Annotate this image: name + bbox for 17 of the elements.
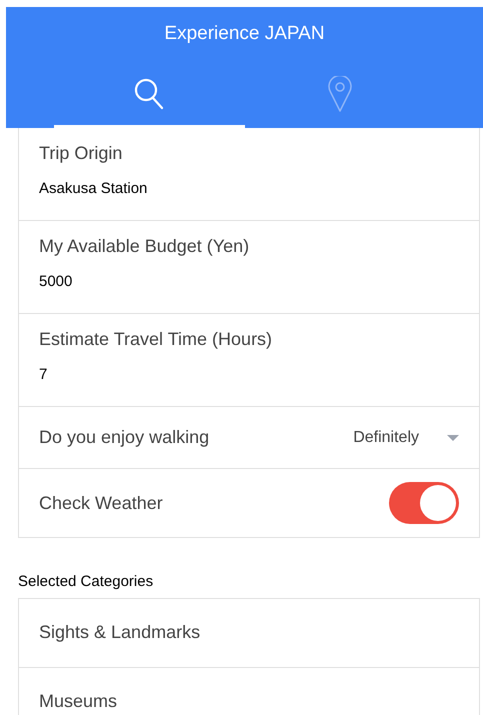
category-item[interactable]: Sights & Landmarks: [19, 598, 479, 666]
field-label: Check Weather: [39, 492, 164, 514]
field-label: Estimate Travel Time (Hours): [39, 328, 274, 351]
input-field[interactable]: 7: [39, 364, 459, 386]
walking-dropdown[interactable]: Definitely: [353, 426, 459, 450]
category-item[interactable]: Museums: [19, 666, 479, 715]
field-label: Do you enjoy walking: [39, 426, 210, 449]
field-label: Trip Origin: [39, 142, 124, 165]
section-heading: Selected Categories: [18, 572, 154, 592]
input-field[interactable]: Asakusa Station: [39, 178, 459, 200]
caret-icon: [447, 434, 459, 440]
input-field[interactable]: 5000: [39, 271, 459, 294]
app-title: Experience JAPAN: [164, 22, 325, 46]
field-label: My Available Budget (Yen): [39, 235, 250, 258]
map-pin-icon: [328, 76, 352, 112]
weather-toggle[interactable]: [389, 482, 459, 524]
search-icon: [133, 76, 166, 110]
